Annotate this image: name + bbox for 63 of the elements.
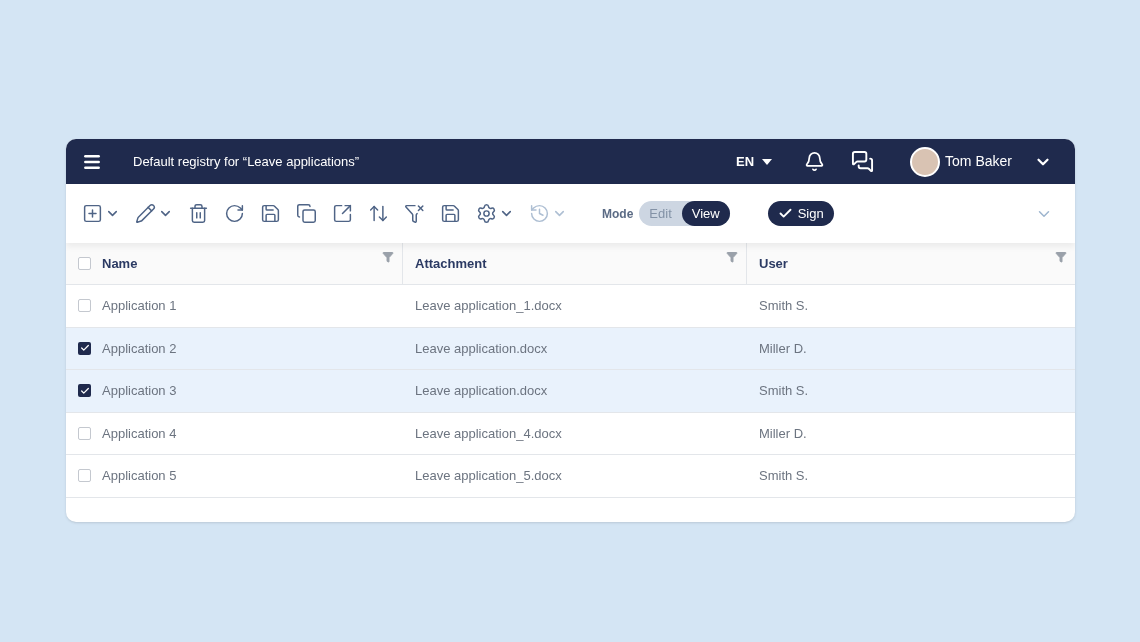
filter-clear-icon	[404, 203, 425, 224]
table-cell-text: Application 2	[102, 339, 177, 358]
chat-icon[interactable]	[851, 150, 875, 173]
add-icon	[82, 203, 103, 224]
avatar	[910, 146, 941, 177]
table-cell-text: Application 5	[102, 467, 177, 485]
toolbar-button[interactable]	[135, 203, 173, 224]
external-link-icon	[332, 203, 353, 224]
toolbar-button[interactable]	[368, 203, 389, 224]
toolbar-button[interactable]	[476, 203, 514, 224]
history-icon	[529, 203, 550, 224]
table-cell-text: Leave application_5.docx	[415, 467, 562, 485]
table-cell-text: Application 3	[102, 382, 177, 400]
checkbox[interactable]	[78, 469, 91, 483]
settings-icon	[476, 203, 497, 224]
table-cell-text: Miller D.	[759, 339, 807, 358]
table-row[interactable]: Application 3 Leave application.docx Smith S.	[66, 370, 1075, 413]
column-header[interactable]: User	[759, 253, 788, 274]
checkbox[interactable]	[78, 341, 91, 355]
checkbox[interactable]	[78, 299, 91, 313]
trash-icon	[188, 203, 209, 224]
toolbar-button[interactable]	[440, 203, 461, 224]
table-row[interactable]: Application 5 Leave application_5.docx Smith S.	[66, 455, 1075, 498]
table-row[interactable]: Application 1 Leave application_1.docx Smith S.	[66, 285, 1075, 328]
toolbar-button[interactable]	[82, 203, 120, 224]
toolbar-button[interactable]	[224, 203, 245, 224]
bell-icon[interactable]	[804, 151, 826, 172]
user-name[interactable]: Tom Baker	[945, 151, 1012, 172]
table-cell-text: Miller D.	[759, 424, 807, 443]
column-header[interactable]: Name	[102, 253, 138, 274]
checkbox[interactable]	[78, 426, 91, 440]
table-cell-text: Smith S.	[759, 382, 809, 400]
table-cell-text: Smith S.	[759, 297, 809, 315]
window-title: Default registry for “Leave applications”	[133, 152, 360, 171]
mode-option[interactable]: View	[681, 201, 730, 226]
table-row[interactable]: Application 2 Leave application.docx Miller D.	[66, 327, 1075, 370]
toolbar-button[interactable]	[260, 203, 281, 224]
table-row[interactable]: Application 4 Leave application_4.docx Miller D.	[66, 412, 1075, 455]
column-header[interactable]: Attachment	[415, 253, 487, 274]
checkbox[interactable]	[78, 384, 91, 398]
table-cell-text: Leave application.docx	[415, 339, 548, 358]
table-cell-text: Leave application_1.docx	[415, 297, 562, 315]
save-check-icon	[440, 203, 461, 224]
checkbox[interactable]	[78, 257, 91, 270]
toolbar-button[interactable]	[296, 203, 317, 224]
table-cell-text: Smith S.	[759, 467, 809, 485]
sort-icon	[368, 203, 389, 224]
mode-label: Mode	[602, 205, 634, 223]
caret-icon	[762, 158, 773, 165]
toolbar-button[interactable]	[404, 203, 425, 224]
language-select[interactable]: EN	[736, 151, 773, 172]
toolbar-button[interactable]	[332, 203, 353, 224]
sign-button[interactable]: Sign	[767, 201, 834, 226]
save-icon	[260, 203, 281, 224]
table-cell-text: Application 1	[102, 297, 177, 315]
table-cell-text: Application 4	[102, 424, 177, 443]
copy-icon	[296, 203, 317, 224]
toolbar-button[interactable]	[188, 203, 209, 224]
table-cell-text: Leave application.docx	[415, 382, 548, 400]
refresh-icon	[224, 203, 245, 224]
check-icon	[777, 206, 793, 221]
table-cell-text: Leave application_4.docx	[415, 424, 562, 443]
pencil-icon	[135, 203, 156, 224]
